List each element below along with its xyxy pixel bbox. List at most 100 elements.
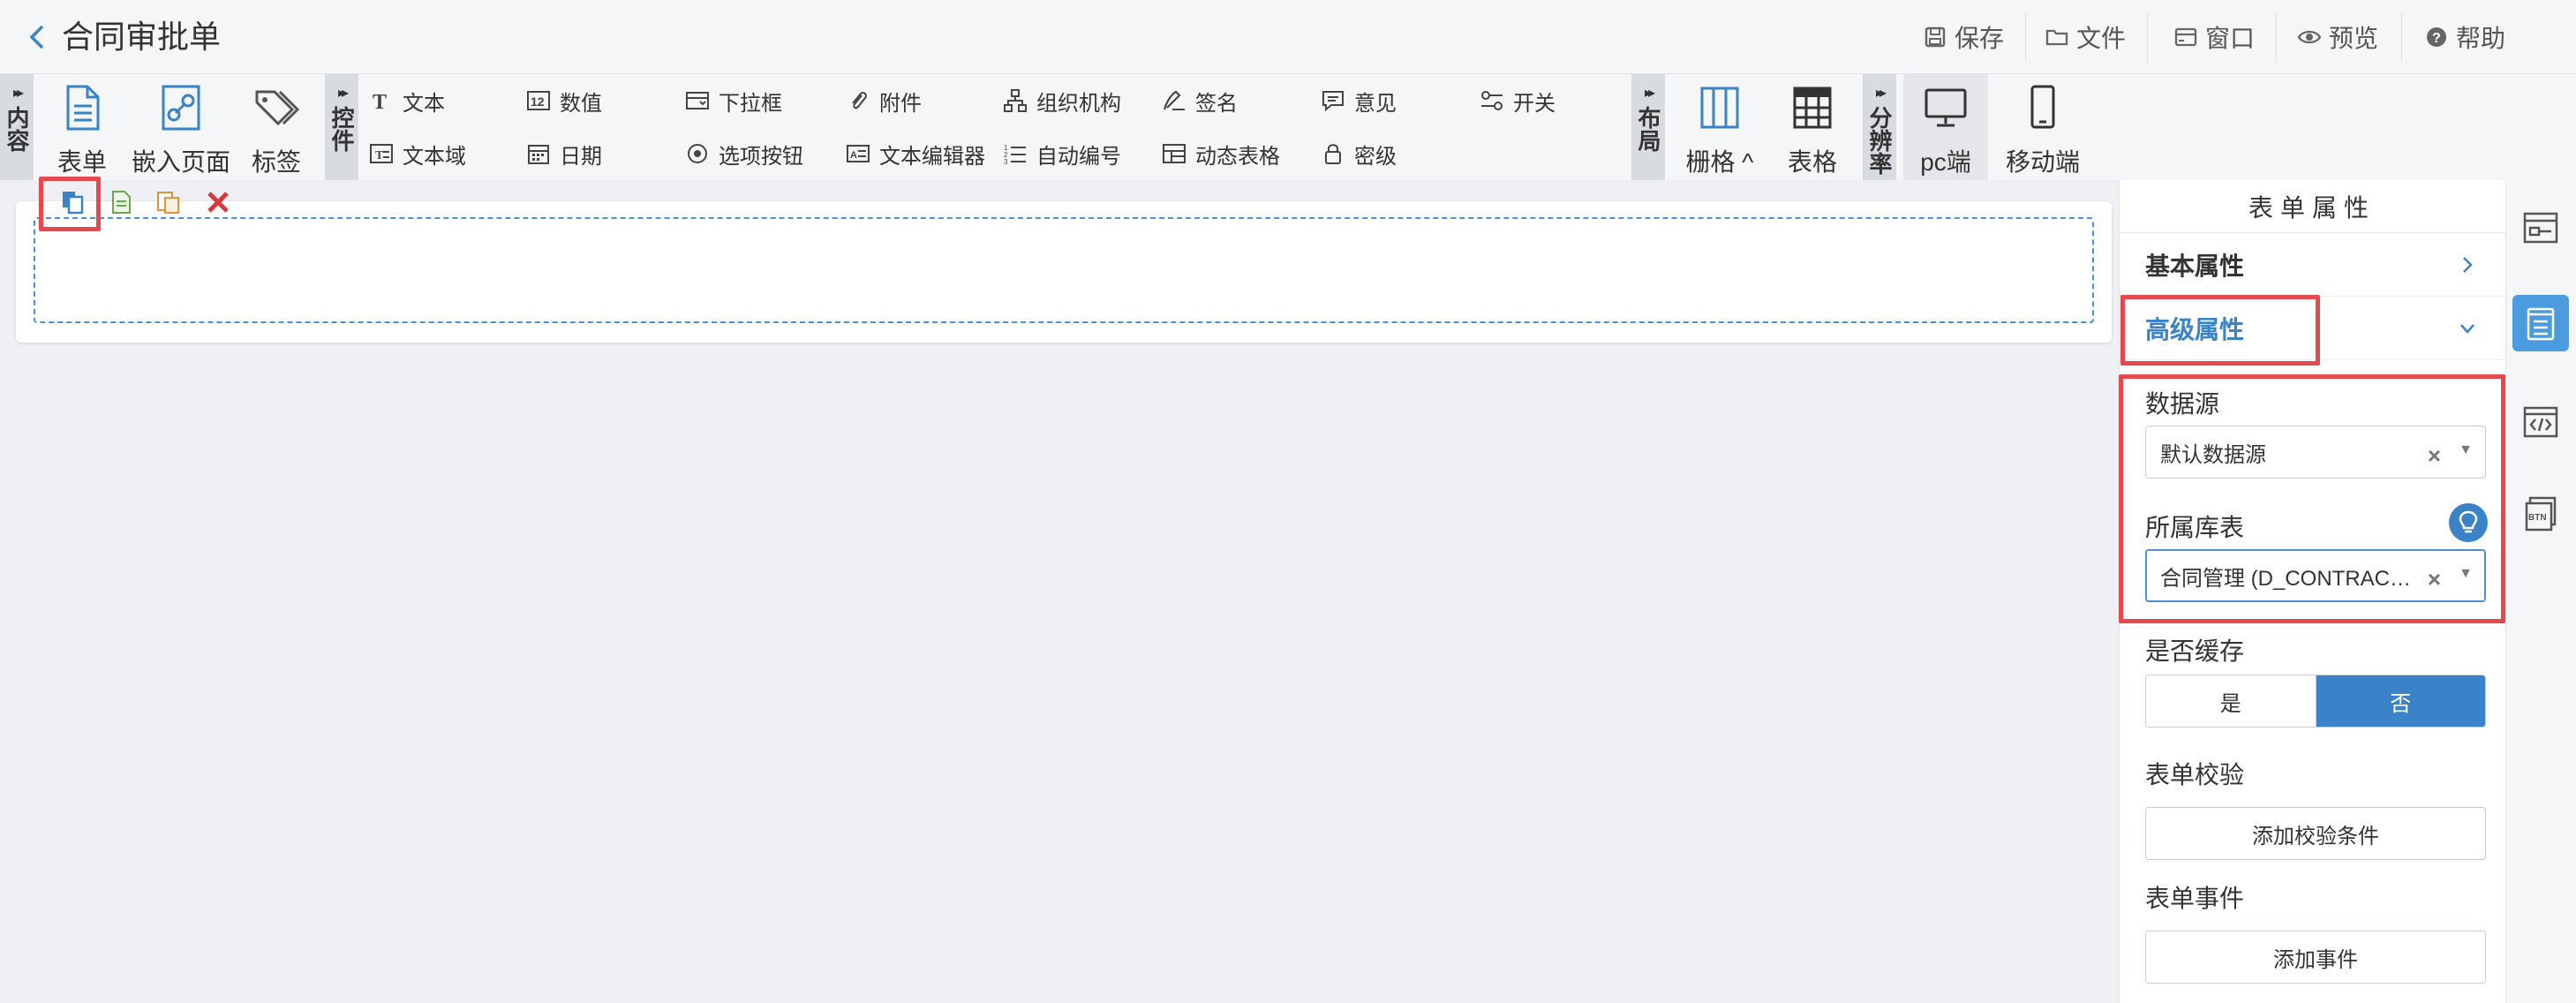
table-layout-widget[interactable]: 表格 [1781, 74, 1843, 180]
auto-number-control[interactable]: 123 自动编号 [1003, 136, 1121, 171]
control-group-toggle[interactable]: ▸▸ 控件 [325, 74, 358, 180]
back-chevron-icon[interactable] [25, 19, 51, 55]
textarea-control[interactable]: T 文本域 [369, 136, 466, 171]
document-icon [66, 85, 100, 131]
file-label: 文件 [2076, 25, 2127, 52]
preview-button[interactable]: 预览 [2297, 0, 2378, 74]
tag-icon [255, 90, 299, 126]
add-event-button[interactable]: 添加事件 [2145, 931, 2486, 984]
validation-label: 表单校验 [2145, 761, 2245, 788]
number-12-icon: 12 [527, 91, 550, 110]
file-button[interactable]: 文件 [2045, 0, 2126, 74]
page-title: 合同审批单 [62, 19, 222, 55]
form-drop-zone[interactable] [34, 217, 2094, 323]
caret-down-icon[interactable]: ▼ [2459, 566, 2473, 582]
window-label: 窗口 [2205, 25, 2256, 52]
button-settings-icon[interactable]: BTN [2512, 486, 2569, 542]
save-button[interactable]: 保存 [1923, 0, 2004, 74]
tag-label: 标签 [251, 148, 301, 176]
switch-control[interactable]: 开关 [1480, 83, 1555, 118]
dropdown-icon [686, 92, 709, 109]
header-divider [2147, 12, 2148, 62]
basic-properties-section[interactable]: 基本属性 [2119, 233, 2505, 297]
signature-control[interactable]: 签名 [1162, 83, 1238, 118]
preview-label: 预览 [2329, 25, 2379, 52]
date-control-label: 日期 [560, 144, 602, 169]
embed-page-widget[interactable]: 嵌入页面 [129, 74, 233, 180]
toggle-switch-icon [1481, 91, 1503, 110]
component-properties-icon[interactable] [2512, 200, 2569, 256]
attachment-control[interactable]: 附件 [846, 83, 922, 118]
datasource-select[interactable]: 默认数据源 × ▼ [2145, 426, 2486, 479]
save-label: 保存 [1955, 25, 2005, 52]
header-divider [2401, 12, 2402, 62]
window-button[interactable]: 窗口 [2173, 0, 2255, 74]
org-control[interactable]: 组织机构 [1003, 83, 1121, 118]
table-label: 所属库表 [2145, 514, 2245, 541]
add-validation-button[interactable]: 添加校验条件 [2145, 807, 2486, 860]
top-header: 合同审批单 保存 文件 窗口 预览 ? 帮助 [0, 0, 2576, 74]
dropdown-control[interactable]: 下拉框 [685, 83, 782, 118]
caret-down-icon[interactable]: ▼ [2459, 442, 2473, 458]
form-properties-icon[interactable] [2512, 295, 2569, 351]
table-grid-icon [1163, 144, 1186, 163]
paste-icon[interactable] [155, 189, 182, 215]
code-icon[interactable] [2512, 394, 2569, 450]
columns-icon [1700, 87, 1739, 129]
folder-icon [2045, 29, 2068, 46]
lightbulb-icon[interactable] [2449, 503, 2488, 542]
form-widget[interactable]: 表单 [51, 74, 113, 180]
opinion-control[interactable]: 意见 [1321, 83, 1397, 118]
text-editor-label: 文本编辑器 [879, 144, 985, 169]
double-chevron-icon: ▸▸ [1644, 86, 1655, 101]
number-control[interactable]: 12 数值 [526, 83, 602, 118]
table-select[interactable]: 合同管理 (D_CONTRACT_MANAGE) × ▼ [2145, 549, 2486, 602]
pc-resolution-label: pc端 [1920, 148, 1971, 176]
dynamic-table-label: 动态表格 [1195, 144, 1280, 169]
layout-group-toggle[interactable]: ▸▸ 布局 [1631, 74, 1665, 180]
advanced-properties-label: 高级属性 [2145, 315, 2245, 343]
svg-text:T: T [375, 149, 384, 162]
svg-text:12: 12 [531, 94, 545, 109]
secret-level-control[interactable]: 密级 [1321, 136, 1397, 171]
date-control[interactable]: 日期 [526, 136, 602, 171]
delete-x-icon[interactable] [205, 189, 231, 215]
signature-pen-icon [1163, 90, 1185, 110]
basic-properties-label: 基本属性 [2145, 252, 2245, 280]
embed-page-label: 嵌入页面 [131, 148, 230, 176]
resolution-group-toggle[interactable]: ▸▸ 分辨率 [1863, 74, 1896, 180]
mobile-phone-icon [2030, 85, 2055, 129]
cache-no-option[interactable]: 否 [2316, 675, 2485, 727]
clear-x-icon[interactable]: × [2428, 566, 2441, 593]
grid-layout-widget[interactable]: 栅格 ^ [1677, 74, 1762, 180]
copy-icon[interactable] [60, 189, 87, 215]
text-editor-control[interactable]: A 文本编辑器 [846, 136, 985, 171]
org-control-label: 组织机构 [1036, 91, 1121, 116]
content-group-toggle[interactable]: ▸▸ 内容 [0, 74, 34, 180]
panel-title: 表单属性 [2119, 180, 2505, 233]
content-group-label: 内容 [4, 106, 30, 152]
dynamic-table-control[interactable]: 动态表格 [1162, 136, 1280, 171]
org-tree-icon [1004, 89, 1027, 112]
double-chevron-icon: ▸▸ [1875, 86, 1887, 101]
table-icon [1793, 87, 1832, 129]
cache-label: 是否缓存 [2145, 637, 2245, 665]
option-button-label: 选项按钮 [719, 144, 803, 169]
help-button[interactable]: ? 帮助 [2424, 0, 2505, 74]
pc-resolution-button[interactable]: pc端 [1903, 74, 1988, 180]
auto-number-label: 自动编号 [1036, 144, 1121, 169]
mobile-resolution-button[interactable]: 移动端 [1993, 74, 2092, 180]
number-control-label: 数值 [560, 91, 602, 116]
cache-yes-option[interactable]: 是 [2146, 675, 2316, 727]
rich-text-icon: A [847, 145, 870, 162]
tag-widget[interactable]: 标签 [247, 74, 305, 180]
text-control[interactable]: T 文本 [369, 83, 445, 118]
cache-toggle[interactable]: 是 否 [2145, 675, 2486, 728]
clear-x-icon[interactable]: × [2428, 442, 2441, 470]
table-layout-label: 表格 [1787, 148, 1837, 176]
table-value: 合同管理 (D_CONTRACT_MANAGE) [2160, 566, 2416, 591]
advanced-properties-section[interactable]: 高级属性 [2119, 297, 2505, 360]
new-document-icon[interactable] [108, 189, 134, 215]
option-button-control[interactable]: 选项按钮 [685, 136, 803, 171]
switch-control-label: 开关 [1513, 91, 1555, 116]
